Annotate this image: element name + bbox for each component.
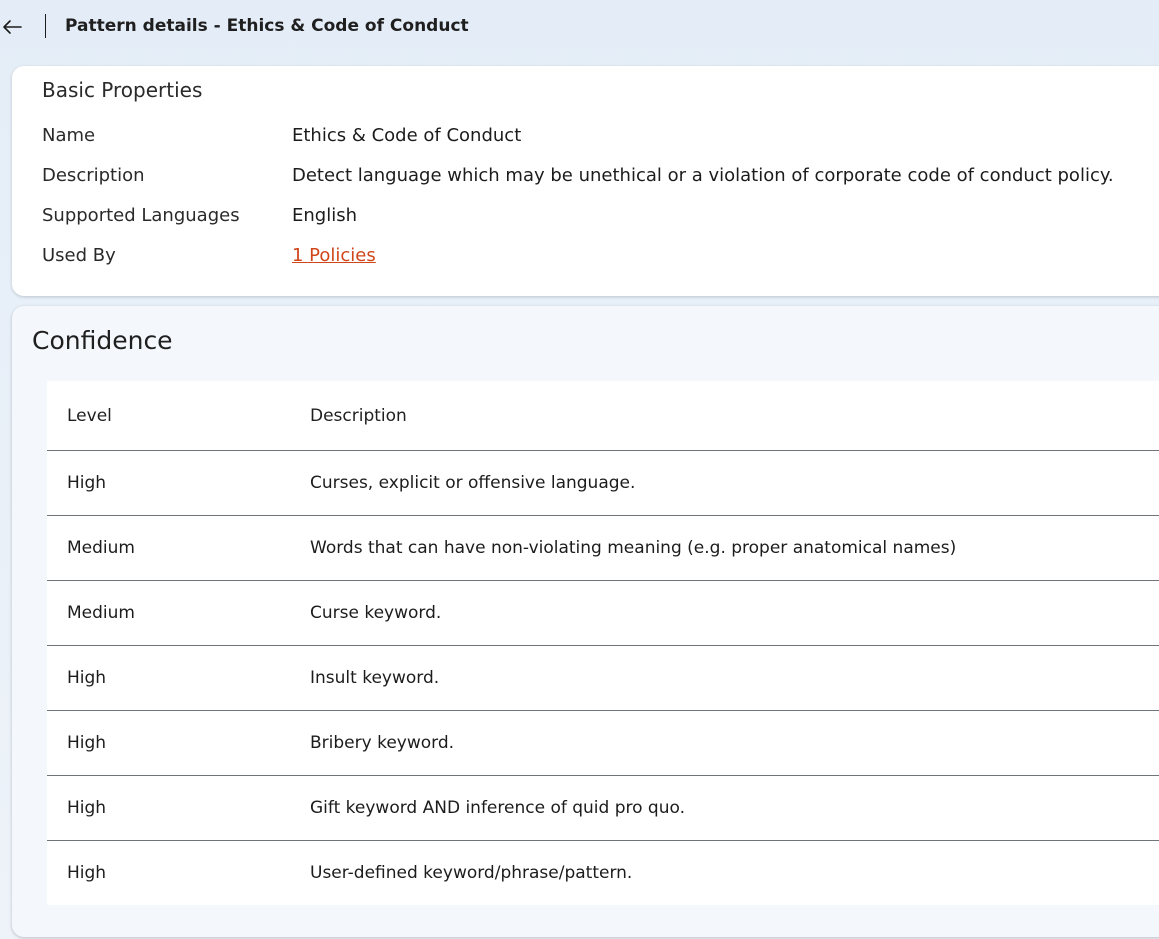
description-cell: Bribery keyword. <box>310 733 455 753</box>
table-row: High Gift keyword AND inference of quid … <box>47 776 1159 841</box>
level-cell: Medium <box>67 603 135 623</box>
name-label: Name <box>42 125 96 146</box>
used-by-policies-link[interactable]: 1 Policies <box>292 245 376 266</box>
supported-languages-label: Supported Languages <box>42 205 240 226</box>
back-button[interactable] <box>0 14 24 40</box>
top-bar: Pattern details - Ethics & Code of Condu… <box>0 0 1159 54</box>
name-value: Ethics & Code of Conduct <box>292 125 522 146</box>
supported-languages-value: English <box>292 205 357 226</box>
basic-properties-heading: Basic Properties <box>42 78 203 102</box>
arrow-left-icon <box>3 20 22 34</box>
description-cell: Words that can have non-violating meanin… <box>310 538 957 558</box>
confidence-card: Confidence Level Description High Curses… <box>12 306 1159 937</box>
level-cell: High <box>67 668 107 688</box>
level-cell: High <box>67 863 107 883</box>
level-cell: Medium <box>67 538 135 558</box>
description-cell: User-defined keyword/phrase/pattern. <box>310 863 633 883</box>
level-cell: High <box>67 733 107 753</box>
used-by-label: Used By <box>42 245 116 266</box>
description-cell: Curses, explicit or offensive language. <box>310 473 636 493</box>
column-header-level: Level <box>67 405 112 426</box>
table-row: Medium Words that can have non-violating… <box>47 516 1159 581</box>
description-cell: Gift keyword AND inference of quid pro q… <box>310 798 685 818</box>
basic-properties-card: Basic Properties Name Ethics & Code of C… <box>12 66 1159 296</box>
level-cell: High <box>67 473 107 493</box>
table-row: High Insult keyword. <box>47 646 1159 711</box>
table-row: Medium Curse keyword. <box>47 581 1159 646</box>
level-cell: High <box>67 798 107 818</box>
page-title: Pattern details - Ethics & Code of Condu… <box>65 16 469 36</box>
column-header-description: Description <box>310 405 407 426</box>
table-row: High Curses, explicit or offensive langu… <box>47 451 1159 516</box>
description-value: Detect language which may be unethical o… <box>292 165 1114 186</box>
confidence-heading: Confidence <box>32 326 173 355</box>
table-row: High User-defined keyword/phrase/pattern… <box>47 841 1159 905</box>
title-divider <box>45 14 46 38</box>
description-cell: Curse keyword. <box>310 603 442 623</box>
description-label: Description <box>42 165 145 186</box>
description-cell: Insult keyword. <box>310 668 440 688</box>
table-header-row: Level Description <box>47 381 1159 451</box>
confidence-table: Level Description High Curses, explicit … <box>47 381 1159 905</box>
table-row: High Bribery keyword. <box>47 711 1159 776</box>
